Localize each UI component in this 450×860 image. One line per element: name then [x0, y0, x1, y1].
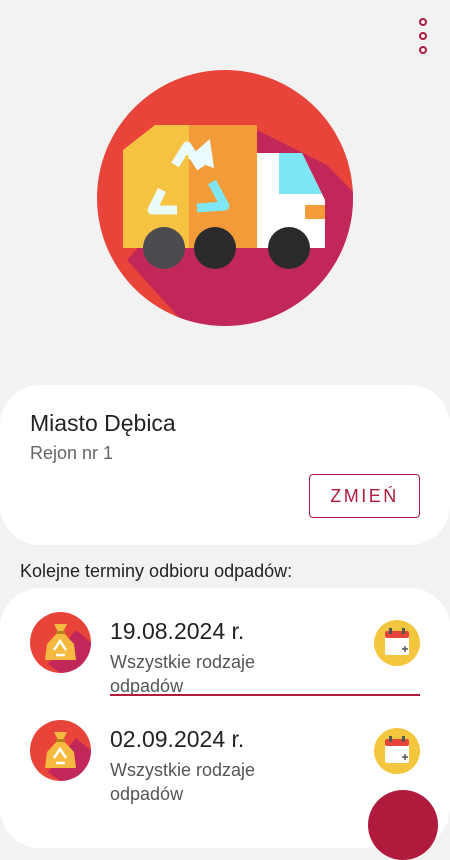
change-location-button[interactable]: ZMIEŃ: [309, 474, 420, 518]
recycling-bag-icon: [30, 720, 91, 781]
calendar-add-icon[interactable]: [374, 728, 420, 774]
pickup-date: 19.08.2024 r.: [110, 618, 245, 644]
waste-type: Wszystkie rodzaje odpadów: [110, 652, 256, 696]
floating-action-button[interactable]: [368, 790, 438, 860]
waste-type: Wszystkie rodzaje odpadów: [110, 760, 256, 804]
city-name: Miasto Dębica: [30, 410, 176, 436]
list-item[interactable]: 02.09.2024 r. Wszystkie rodzaje odpadów: [0, 696, 450, 804]
schedule-title: Kolejne terminy odbioru odpadów:: [20, 561, 293, 581]
location-card: [0, 385, 450, 545]
pickup-date: 02.09.2024 r.: [110, 726, 245, 752]
list-item[interactable]: 19.08.2024 r. Wszystkie rodzaje odpadów: [0, 588, 450, 696]
more-options-icon[interactable]: [410, 18, 436, 54]
garbage-truck-icon: [97, 70, 353, 326]
recycling-bag-icon: [30, 612, 91, 673]
calendar-add-icon[interactable]: [374, 620, 420, 666]
region-name: Rejon nr 1: [30, 443, 114, 463]
